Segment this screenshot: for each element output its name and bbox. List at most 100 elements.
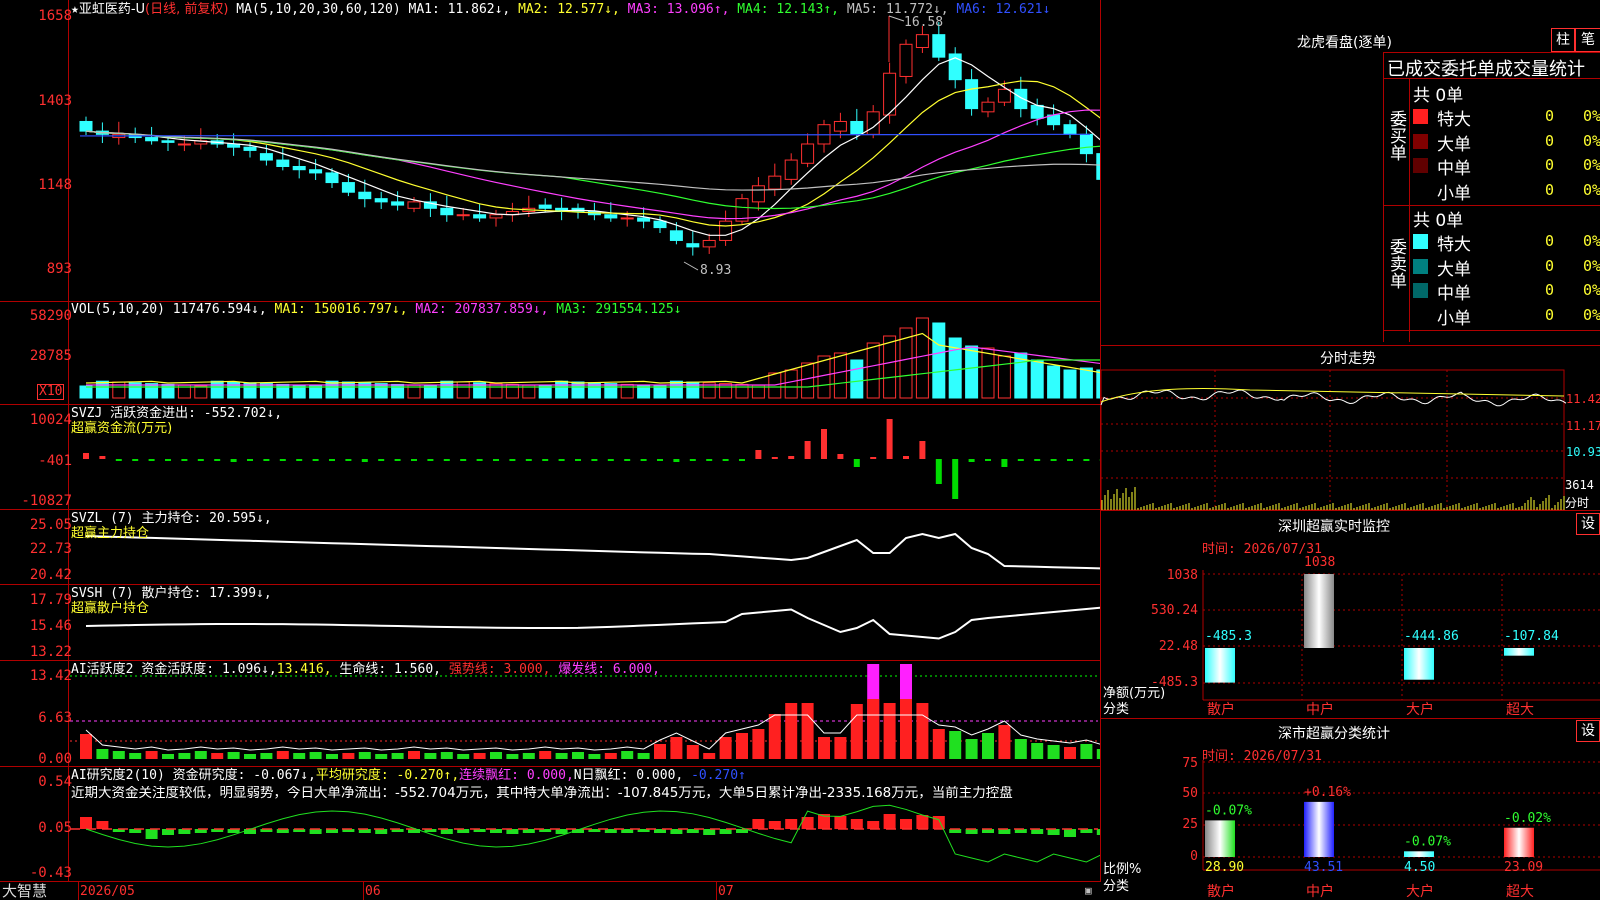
buy-orders-label: 委买单 bbox=[1386, 110, 1406, 161]
column-view-button[interactable]: 柱 bbox=[1551, 28, 1575, 52]
ai2-tick: 0.54 bbox=[38, 774, 72, 790]
classify-category-label: 中户 bbox=[1306, 883, 1334, 900]
activity-bar bbox=[112, 751, 125, 759]
activity-bar bbox=[604, 753, 617, 759]
candle-body bbox=[374, 198, 388, 203]
order-row: 大单 0 0% bbox=[1413, 255, 1600, 280]
volume-bar bbox=[95, 380, 109, 399]
main-position-line bbox=[85, 532, 1100, 570]
volume-bar bbox=[555, 380, 569, 399]
order-type: 大单 bbox=[1437, 134, 1471, 155]
color-swatch-icon bbox=[1413, 158, 1428, 173]
monitor-settings-button[interactable]: 设 bbox=[1576, 513, 1600, 535]
volume-bar bbox=[145, 383, 159, 399]
favorite-star-icon[interactable]: ★ bbox=[71, 2, 79, 17]
price-tick: 1658 bbox=[38, 8, 72, 24]
outflow-bar bbox=[165, 459, 171, 461]
outflow-bar bbox=[214, 459, 221, 461]
monitor-xlabel: 分类 bbox=[1103, 702, 1130, 717]
volume-bar bbox=[423, 385, 437, 399]
activity-bar bbox=[949, 731, 962, 759]
candle-body bbox=[259, 153, 273, 161]
candle-body bbox=[751, 185, 765, 203]
outflow-bar bbox=[296, 459, 303, 461]
order-pct: 0% bbox=[1583, 131, 1600, 150]
lock-icon[interactable]: ▣ bbox=[1085, 884, 1092, 897]
candle-body bbox=[981, 101, 995, 113]
candle-body bbox=[358, 191, 372, 200]
candle-body bbox=[161, 140, 175, 143]
activity-bar bbox=[1047, 745, 1060, 759]
outflow-bar bbox=[558, 459, 565, 461]
volume-bar bbox=[1047, 365, 1061, 399]
research-down-bar bbox=[703, 829, 716, 835]
kline-chart[interactable] bbox=[0, 0, 1100, 900]
activity-bar bbox=[785, 703, 798, 759]
order-count: 0 bbox=[1545, 281, 1555, 299]
outflow-bar bbox=[952, 459, 959, 499]
tick-view-button[interactable]: 笔 bbox=[1575, 28, 1600, 52]
candle-body bbox=[292, 165, 306, 171]
monitor-time: 时间: 2026/07/31 bbox=[1202, 542, 1322, 557]
svzj-tick: -10827 bbox=[21, 493, 72, 509]
monitor-value-label: -444.86 bbox=[1404, 629, 1459, 644]
volume-bar bbox=[817, 355, 831, 399]
classify-settings-button[interactable]: 设 bbox=[1576, 720, 1600, 742]
research-up-bar bbox=[883, 814, 896, 829]
period-label[interactable]: (日线, 前复权) bbox=[145, 2, 228, 17]
candle-body bbox=[932, 34, 946, 58]
volume-bar bbox=[538, 385, 552, 399]
candle-body bbox=[145, 137, 159, 142]
low-marker bbox=[683, 261, 699, 271]
order-row: 大单 0 0% bbox=[1413, 130, 1600, 155]
candle-body bbox=[915, 34, 929, 49]
intraday-tick: 10.93 bbox=[1566, 445, 1600, 459]
monitor-tick: 22.48 bbox=[1158, 639, 1198, 654]
classify-change-label: -0.02% bbox=[1504, 811, 1551, 826]
divider bbox=[1101, 345, 1600, 346]
candle-body bbox=[407, 201, 421, 209]
candle-body bbox=[79, 120, 93, 132]
activity-bar bbox=[998, 725, 1011, 759]
volume-bar bbox=[915, 317, 929, 399]
activity-bar bbox=[965, 739, 978, 759]
stock-name[interactable]: 亚虹医药-U bbox=[79, 2, 145, 17]
outflow-bar bbox=[312, 459, 319, 461]
volume-bar bbox=[883, 335, 897, 399]
ai-activity-v2: 13.416, bbox=[276, 662, 332, 677]
volume-bar bbox=[965, 345, 979, 399]
ai-activity-header: AI活跃度2 资金活跃度: 1.096↓,13.416, 生命线: 1.560,… bbox=[71, 662, 660, 677]
activity-bar bbox=[440, 752, 453, 759]
ai-research-header: AI研究度2(10) 资金研究度: -0.067↓,平均研究度: -0.270↑… bbox=[71, 768, 746, 783]
intraday-tick: 11.42 bbox=[1566, 392, 1600, 406]
volume-bar bbox=[489, 383, 503, 399]
activity-bar bbox=[834, 737, 847, 759]
monitor-title: 深圳超赢实时监控 bbox=[1278, 519, 1390, 535]
activity-bar bbox=[194, 751, 207, 759]
order-pct: 0% bbox=[1583, 281, 1600, 299]
life-line-label: 生命线: 1.560, bbox=[339, 662, 441, 677]
app-logo[interactable]: 大智慧 bbox=[2, 882, 47, 900]
activity-bar bbox=[326, 754, 338, 759]
activity-bar bbox=[654, 744, 666, 759]
outflow-bar bbox=[197, 459, 204, 461]
activity-line bbox=[85, 714, 1100, 751]
vol-unit: X10 bbox=[37, 384, 65, 400]
order-count: 0 bbox=[1545, 107, 1555, 125]
classify-change-label: -0.07% bbox=[1205, 803, 1252, 818]
activity-bar bbox=[129, 753, 142, 759]
order-pct: 0% bbox=[1583, 107, 1600, 125]
intraday-frame bbox=[1100, 369, 1565, 511]
order-row: 特大 0 0% bbox=[1413, 230, 1600, 255]
activity-bar bbox=[506, 754, 519, 759]
vol-label: VOL(5,10,20) bbox=[71, 302, 165, 317]
order-pct: 0% bbox=[1583, 180, 1600, 199]
volume-bar bbox=[981, 347, 995, 399]
candle-body bbox=[620, 217, 634, 220]
order-count: 0 bbox=[1545, 156, 1555, 174]
outflow-bar bbox=[1067, 459, 1073, 461]
outflow-bar bbox=[657, 459, 663, 461]
ma6-line bbox=[79, 133, 1091, 137]
monitor-negative-bar bbox=[1504, 648, 1534, 656]
outflow-bar bbox=[345, 459, 352, 461]
